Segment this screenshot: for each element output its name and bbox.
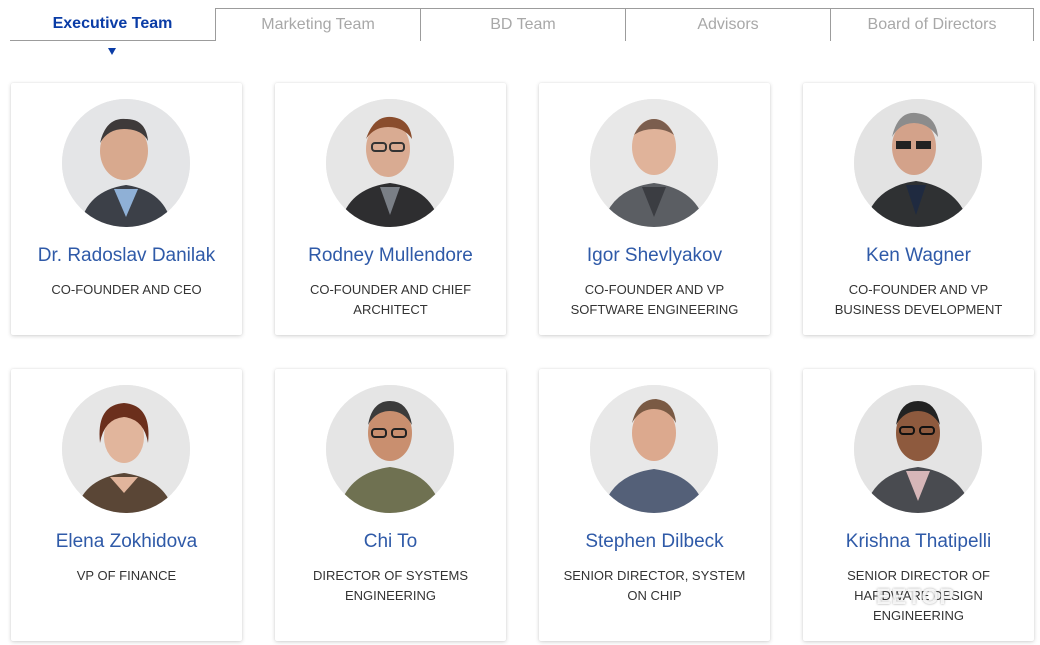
member-role: CO-FOUNDER AND CHIEF ARCHITECT (309, 282, 472, 317)
watermark: EETOP (876, 584, 956, 609)
team-card[interactable]: Dr. Radoslav Danilak CO-FOUNDER AND CEO (11, 83, 242, 335)
team-tabs: Executive Team Marketing Team BD Team Ad… (10, 8, 1034, 42)
avatar (854, 385, 982, 513)
member-role: CO-FOUNDER AND VP SOFTWARE ENGINEERING (570, 282, 739, 317)
member-name: Chi To (363, 531, 418, 552)
tab-marketing-team[interactable]: Marketing Team (215, 8, 420, 41)
avatar (854, 99, 982, 227)
tab-executive-team[interactable]: Executive Team (10, 8, 215, 41)
team-card[interactable]: Elena Zokhidova VP OF FINANCE (11, 369, 242, 641)
team-card[interactable]: Chi To DIRECTOR OF SYSTEMS ENGINEERING (275, 369, 506, 641)
member-role: VP OF FINANCE (76, 568, 177, 583)
member-name: Stephen Dilbeck (585, 531, 724, 552)
avatar (326, 99, 454, 227)
avatar (62, 385, 190, 513)
active-tab-indicator-icon (108, 48, 116, 55)
member-name: Igor Shevlyakov (586, 245, 723, 266)
team-page: Executive Team Marketing Team BD Team Ad… (0, 0, 1040, 645)
team-card[interactable]: Igor Shevlyakov CO-FOUNDER AND VP SOFTWA… (539, 83, 770, 335)
avatar (590, 385, 718, 513)
member-role: SENIOR DIRECTOR, SYSTEM ON CHIP (563, 568, 746, 603)
avatar (326, 385, 454, 513)
avatar (62, 99, 190, 227)
tab-board-of-directors[interactable]: Board of Directors (830, 8, 1034, 41)
member-role: CO-FOUNDER AND VP BUSINESS DEVELOPMENT (834, 282, 1003, 317)
member-role: CO-FOUNDER AND CEO (51, 282, 202, 297)
tab-bd-team[interactable]: BD Team (420, 8, 625, 41)
team-card[interactable]: Rodney Mullendore CO-FOUNDER AND CHIEF A… (275, 83, 506, 335)
team-card[interactable]: Stephen Dilbeck SENIOR DIRECTOR, SYSTEM … (539, 369, 770, 641)
member-name: Elena Zokhidova (55, 531, 198, 552)
member-name: Ken Wagner (866, 245, 971, 266)
member-name: Krishna Thatipelli (845, 531, 992, 552)
member-role: DIRECTOR OF SYSTEMS ENGINEERING (312, 568, 469, 603)
member-name: Dr. Radoslav Danilak (37, 245, 216, 266)
avatar (590, 99, 718, 227)
team-card[interactable]: Ken Wagner CO-FOUNDER AND VP BUSINESS DE… (803, 83, 1034, 335)
member-name: Rodney Mullendore (308, 245, 473, 266)
tab-advisors[interactable]: Advisors (625, 8, 830, 41)
